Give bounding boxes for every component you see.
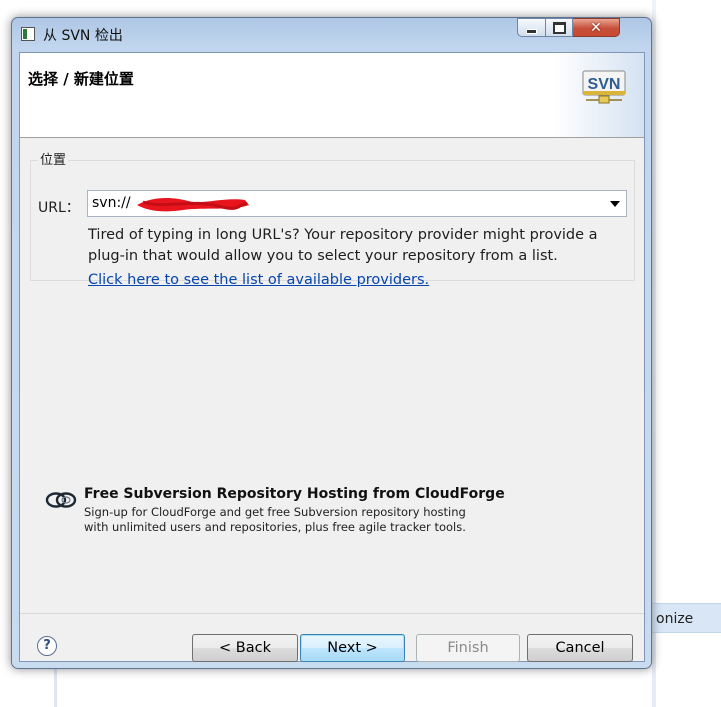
footer-separator (20, 613, 644, 614)
cloudforge-line-2: with unlimited users and repositories, p… (84, 520, 466, 534)
location-group-label: 位置 (38, 149, 69, 168)
cancel-button[interactable]: Cancel (527, 634, 633, 662)
cloudforge-description: Sign-up for CloudForge and get free Subv… (84, 505, 466, 535)
help-icon[interactable]: ? (37, 636, 57, 656)
maximize-icon (552, 21, 566, 34)
svn-logo-icon: SVN (582, 70, 626, 104)
back-button[interactable]: < Back (192, 634, 298, 662)
finish-button[interactable]: Finish (416, 634, 520, 662)
dropdown-arrow-icon[interactable] (610, 201, 620, 207)
provider-hint-text: Tired of typing in long URL's? Your repo… (88, 227, 598, 264)
minimize-icon (526, 28, 537, 34)
dialog-client-area: 选择 / 新建位置 SVN 位置 URL： svn:// Tired of ty… (19, 52, 645, 662)
redaction-scribble (137, 198, 249, 212)
next-button[interactable]: Next > (300, 634, 405, 662)
close-button[interactable]: ✕ (573, 18, 620, 37)
url-input-value[interactable]: svn:// (92, 195, 131, 211)
background-menu-item[interactable]: onize (640, 603, 721, 633)
background-app-strip (652, 0, 656, 707)
svn-checkout-dialog: 从 SVN 检出 ✕ 选择 / 新建位置 SVN 位置 URL： svn:// … (11, 17, 652, 669)
url-combobox[interactable]: svn:// (87, 190, 627, 217)
close-icon: ✕ (590, 19, 602, 36)
minimize-button[interactable] (517, 18, 546, 37)
wizard-header: 选择 / 新建位置 SVN (20, 53, 644, 138)
svn-logo-text: SVN (588, 76, 621, 93)
cloudforge-line-1: Sign-up for CloudForge and get free Subv… (84, 505, 466, 519)
maximize-button[interactable] (546, 18, 573, 37)
window-app-icon (21, 27, 35, 41)
cloudforge-icon (45, 492, 77, 508)
cloudforge-title[interactable]: Free Subversion Repository Hosting from … (84, 486, 505, 502)
providers-link[interactable]: Click here to see the list of available … (88, 272, 429, 288)
window-title: 从 SVN 检出 (43, 28, 123, 44)
page-title: 选择 / 新建位置 (28, 70, 134, 88)
url-label: URL： (38, 200, 80, 216)
caption-buttons: ✕ (517, 18, 620, 38)
